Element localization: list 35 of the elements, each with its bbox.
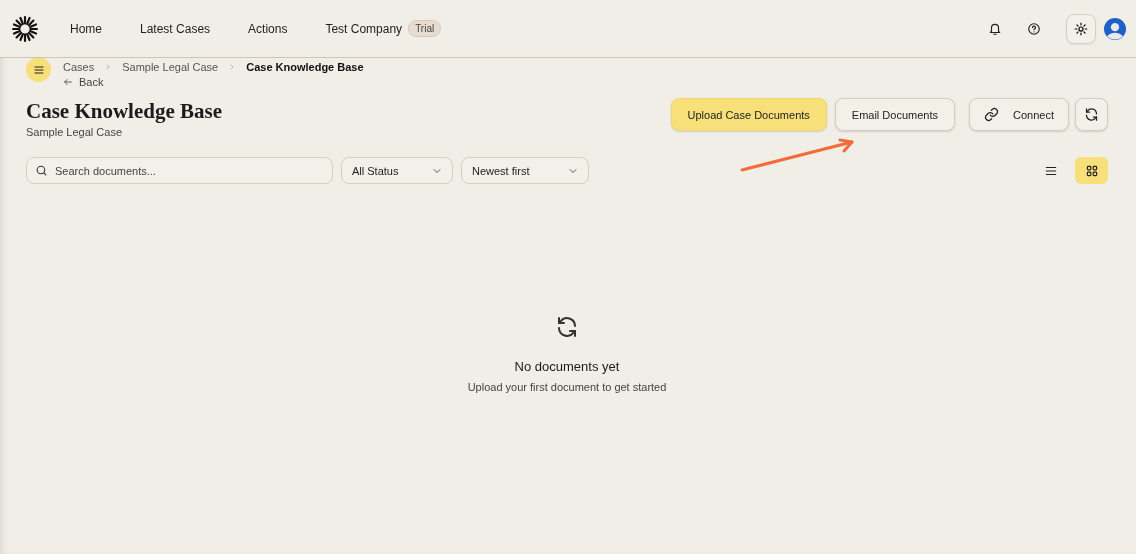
refresh-icon	[555, 315, 579, 339]
bell-icon	[988, 21, 1002, 36]
nav-link[interactable]: Latest Cases	[140, 17, 211, 40]
breadcrumb-link[interactable]: Cases	[63, 61, 95, 73]
back-arrow-icon	[63, 77, 73, 87]
search-field[interactable]: Search documents...	[26, 157, 333, 184]
help-icon	[1027, 21, 1041, 36]
refresh-button[interactable]	[1075, 98, 1108, 131]
sun-icon	[1074, 21, 1088, 36]
link-icon	[984, 107, 999, 122]
avatar-icon[interactable]	[1104, 17, 1126, 40]
filter-dropdown[interactable]: All Status	[341, 157, 453, 184]
breadcrumb-link[interactable]: Sample Legal Case	[122, 61, 219, 73]
empty-message: Upload your first document to get started	[467, 381, 667, 393]
page-subtitle: Sample Legal Case	[26, 126, 123, 138]
menu-button[interactable]	[26, 57, 51, 82]
nav-link[interactable]: Home	[70, 17, 102, 40]
grid-icon	[1084, 163, 1099, 178]
connect-button[interactable]: Connect	[969, 98, 1069, 131]
breadcrumb-link[interactable]: Case Knowledge Base	[246, 61, 364, 73]
filter-dropdown[interactable]: Newest first	[461, 157, 589, 184]
page-title: Case Knowledge Base	[26, 99, 222, 124]
menu-icon	[32, 63, 45, 76]
logo-icon	[12, 15, 38, 42]
company-name[interactable]: Test Company	[325, 17, 403, 40]
upload-button[interactable]: Upload Case Documents	[670, 98, 827, 131]
nav-link[interactable]: Actions	[248, 17, 288, 40]
grid-view-button[interactable]	[1075, 157, 1108, 184]
empty-title: No documents yet	[514, 359, 620, 374]
refresh-icon	[1084, 107, 1099, 122]
email-button[interactable]: Email Documents	[834, 98, 955, 131]
back-link[interactable]: Back	[63, 76, 364, 88]
search-icon	[35, 164, 48, 177]
theme-toggle-button[interactable]	[1066, 13, 1096, 44]
trial-badge: Trial	[408, 20, 442, 37]
